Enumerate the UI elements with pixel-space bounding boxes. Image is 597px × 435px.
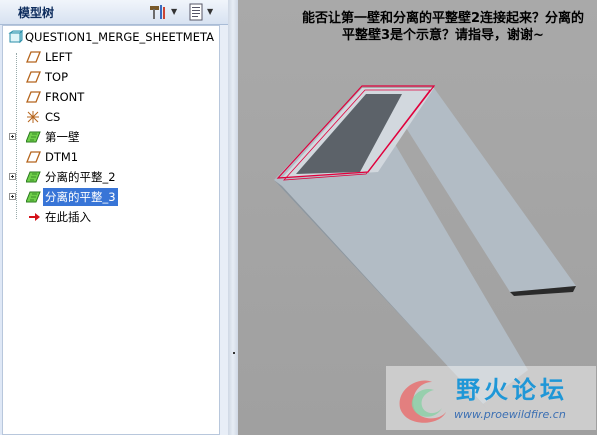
watermark: 野火论坛 www.proewildfire.cn	[386, 366, 596, 430]
model-tree-header: 模型树 ▼ ▼	[0, 0, 228, 25]
tree-item-label: 分离的平整_2	[45, 170, 116, 184]
chevron-down-icon: ▼	[171, 7, 178, 16]
coordinate-system-icon	[27, 111, 39, 123]
list-icon	[189, 3, 203, 20]
tree-item-label: LEFT	[45, 50, 73, 64]
sheetmetal-wall-icon	[26, 191, 41, 203]
tree-item-first-wall[interactable]: 第一壁	[3, 128, 219, 146]
splitter-grip	[233, 352, 235, 354]
insert-arrow-icon	[29, 213, 40, 221]
tree-item-label: TOP	[45, 70, 69, 84]
datum-plane-icon	[26, 151, 41, 163]
expand-icon[interactable]	[9, 133, 16, 140]
sheetmetal-wall-icon	[26, 131, 41, 143]
model-tree-title: 模型树	[18, 6, 55, 20]
tree-show-button[interactable]: ▼	[188, 2, 218, 21]
tree-item-label: 在此插入	[45, 210, 91, 224]
model-tree-panel: 模型树 ▼ ▼ QUESTION1_MERGE_SHEETMETA LEFT T…	[0, 0, 228, 435]
watermark-title: 野火论坛	[456, 376, 568, 404]
datum-plane-icon	[26, 91, 41, 103]
tree-scrollbar[interactable]	[220, 25, 228, 435]
tools-icon	[150, 4, 165, 19]
question-text: 能否让第一壁和分离的平整壁2连接起来？分离的平整壁3是个示意？请指导，谢谢~	[301, 11, 585, 43]
tree-item-top[interactable]: TOP	[3, 68, 219, 86]
tree-item-label: DTM1	[45, 150, 79, 164]
tree-item-dtm1[interactable]: DTM1	[3, 148, 219, 166]
expand-icon[interactable]	[9, 173, 16, 180]
tree-item-insert-here[interactable]: 在此插入	[3, 208, 219, 226]
model-tree: QUESTION1_MERGE_SHEETMETA LEFT TOP FRONT	[2, 25, 220, 435]
tree-item-label: 第一壁	[45, 130, 80, 144]
tree-item-label: CS	[45, 110, 61, 124]
datum-plane-icon	[26, 51, 41, 63]
expand-icon[interactable]	[9, 193, 16, 200]
tree-settings-button[interactable]: ▼	[148, 2, 178, 21]
tree-item-front[interactable]: FRONT	[3, 88, 219, 106]
panel-splitter[interactable]	[228, 0, 238, 435]
graphics-window[interactable]: 能否让第一壁和分离的平整壁2连接起来？分离的平整壁3是个示意？请指导，谢谢~ 野…	[238, 0, 597, 435]
part-icon	[8, 30, 23, 44]
flame-logo-icon	[399, 380, 446, 423]
datum-plane-icon	[26, 71, 41, 83]
watermark-url: www.proewildfire.cn	[454, 408, 566, 421]
tree-root[interactable]: QUESTION1_MERGE_SHEETMETA	[3, 28, 219, 46]
tree-root-label: QUESTION1_MERGE_SHEETMETA	[25, 30, 214, 44]
tree-item-left[interactable]: LEFT	[3, 48, 219, 66]
tree-item-flat-wall-2[interactable]: 分离的平整_2	[3, 168, 219, 186]
tree-item-flat-wall-3[interactable]: 分离的平整_3	[3, 188, 219, 206]
tree-item-cs[interactable]: CS	[3, 108, 219, 126]
sheetmetal-wall-icon	[26, 171, 41, 183]
chevron-down-icon: ▼	[207, 7, 214, 16]
tree-item-label: 分离的平整_3	[43, 188, 118, 206]
tree-item-label: FRONT	[45, 90, 85, 104]
